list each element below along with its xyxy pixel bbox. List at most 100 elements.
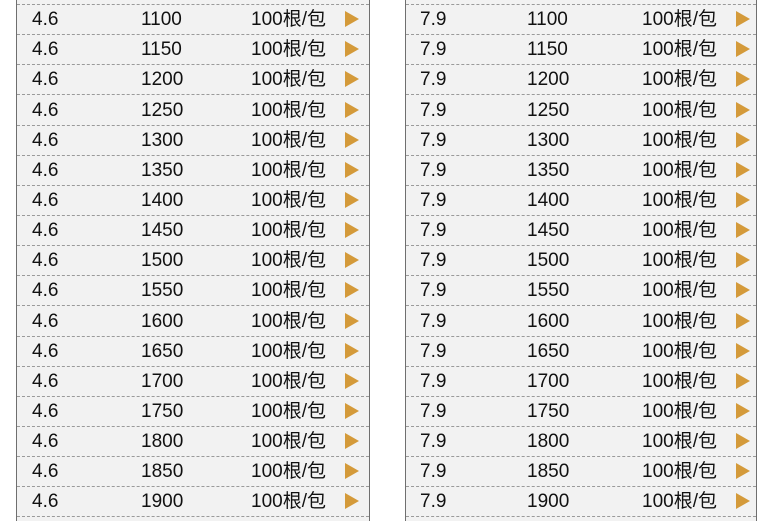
table-row[interactable]: 7.9 1600 100根/包 [406,306,756,337]
length-cell: 1900 [141,491,184,513]
package-cell: 100根/包 [642,461,717,483]
package-cell: 100根/包 [642,220,717,242]
table-row[interactable]: 4.6 1700 100根/包 [17,367,369,397]
play-arrow-icon[interactable] [736,252,750,269]
spec-cell: 7.9 [420,159,447,181]
table-row[interactable]: 4.6 1250 100根/包 [17,95,369,126]
table-row[interactable]: 4.6 1500 100根/包 [17,246,369,277]
play-arrow-icon[interactable] [736,402,750,419]
play-arrow-icon[interactable] [736,282,750,299]
table-row[interactable]: 7.9 1300 100根/包 [406,126,756,156]
table-row[interactable]: 4.6 1150 100根/包 [17,35,369,66]
package-cell: 100根/包 [251,220,326,242]
table-row[interactable]: 4.6 1300 100根/包 [17,126,369,156]
play-arrow-icon[interactable] [736,222,750,239]
play-arrow-icon[interactable] [345,402,359,419]
table-row[interactable]: 7.9 1750 100根/包 [406,397,756,427]
play-arrow-icon[interactable] [345,71,359,88]
spec-cell: 4.6 [32,310,59,332]
table-row[interactable]: 7.9 1550 100根/包 [406,276,756,307]
table-row[interactable]: 4.6 1900 100根/包 [17,487,369,518]
table-row[interactable]: 4.6 1650 100根/包 [17,337,369,367]
package-cell: 100根/包 [642,250,717,272]
play-arrow-icon[interactable] [736,131,750,148]
play-arrow-icon[interactable] [736,312,750,329]
play-arrow-icon[interactable] [736,463,750,480]
play-arrow-icon[interactable] [345,41,359,58]
table-row[interactable]: 4.6 1850 100根/包 [17,457,369,488]
play-arrow-icon[interactable] [345,282,359,299]
play-arrow-icon[interactable] [736,493,750,510]
table-row[interactable]: 7.9 1400 100根/包 [406,186,756,216]
play-arrow-icon[interactable] [345,101,359,118]
table-row[interactable]: 7.9 1650 100根/包 [406,337,756,367]
table-row[interactable]: 4.6 1750 100根/包 [17,397,369,427]
play-arrow-icon[interactable] [345,11,359,28]
play-arrow-icon[interactable] [736,372,750,389]
spec-cell: 7.9 [420,280,447,302]
table-row[interactable]: 7.9 1900 100根/包 [406,487,756,518]
play-arrow-icon[interactable] [345,463,359,480]
length-cell: 1250 [141,99,184,121]
play-arrow-icon[interactable] [345,252,359,269]
spec-cell: 4.6 [32,491,59,513]
play-arrow-icon[interactable] [345,493,359,510]
length-cell: 1550 [141,280,184,302]
package-cell: 100根/包 [642,370,717,392]
table-row[interactable]: 7.9 1700 100根/包 [406,367,756,397]
table-row[interactable]: 7.9 1100 100根/包 [406,5,756,36]
play-arrow-icon[interactable] [736,342,750,359]
length-cell: 1350 [527,159,570,181]
length-cell: 1100 [141,9,182,31]
spec-cell: 4.6 [32,340,59,362]
table-row[interactable]: 4.6 1800 100根/包 [17,427,369,458]
play-arrow-icon[interactable] [345,131,359,148]
spec-cell: 4.6 [32,461,59,483]
package-cell: 100根/包 [642,159,717,181]
table-row[interactable]: 7.9 1350 100根/包 [406,156,756,186]
table-row[interactable]: 7.9 1850 100根/包 [406,457,756,488]
spec-cell: 7.9 [420,370,447,392]
spec-cell: 4.6 [32,189,59,211]
play-arrow-icon[interactable] [736,11,750,28]
package-cell: 100根/包 [251,159,326,181]
length-cell: 1700 [141,370,184,392]
table-row[interactable]: 4.6 1100 100根/包 [17,5,369,36]
play-arrow-icon[interactable] [345,433,359,450]
play-arrow-icon[interactable] [736,161,750,178]
length-cell: 1850 [527,461,570,483]
table-row[interactable]: 4.6 1350 100根/包 [17,156,369,186]
table-row[interactable]: 7.9 1500 100根/包 [406,246,756,277]
table-row[interactable]: 7.9 1450 100根/包 [406,216,756,247]
table-row[interactable]: 7.9 1800 100根/包 [406,427,756,458]
spec-cell: 7.9 [420,220,447,242]
play-arrow-icon[interactable] [736,433,750,450]
table-row[interactable]: 4.6 1450 100根/包 [17,216,369,247]
play-arrow-icon[interactable] [736,41,750,58]
length-cell: 1750 [141,400,184,422]
play-arrow-icon[interactable] [345,342,359,359]
length-cell: 1400 [527,189,570,211]
package-cell: 100根/包 [642,9,717,31]
play-arrow-icon[interactable] [345,191,359,208]
play-arrow-icon[interactable] [736,101,750,118]
play-arrow-icon[interactable] [736,191,750,208]
play-arrow-icon[interactable] [345,372,359,389]
package-cell: 100根/包 [251,129,326,151]
play-arrow-icon[interactable] [345,161,359,178]
table-row[interactable]: 4.6 1200 100根/包 [17,65,369,96]
table-row[interactable]: 7.9 1200 100根/包 [406,65,756,96]
length-cell: 1800 [141,431,184,453]
play-arrow-icon[interactable] [345,222,359,239]
play-arrow-icon[interactable] [345,312,359,329]
table-row[interactable]: 4.6 1400 100根/包 [17,186,369,216]
play-arrow-icon[interactable] [736,71,750,88]
spec-cell: 7.9 [420,129,447,151]
table-row[interactable]: 7.9 1250 100根/包 [406,95,756,126]
table-row[interactable]: 4.6 1550 100根/包 [17,276,369,307]
table-row[interactable]: 7.9 1150 100根/包 [406,35,756,66]
table-row[interactable]: 4.6 1600 100根/包 [17,306,369,337]
spec-cell: 4.6 [32,39,59,61]
length-cell: 1150 [141,39,182,61]
spec-cell: 4.6 [32,370,59,392]
